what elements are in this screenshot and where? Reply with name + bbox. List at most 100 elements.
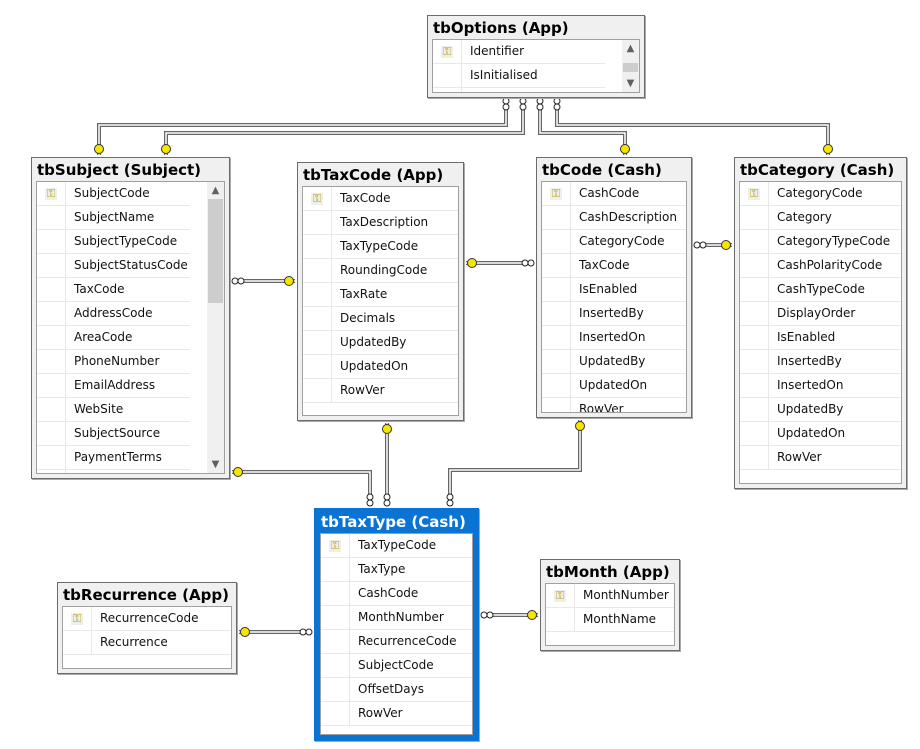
column-row[interactable]: ExpectedDays <box>37 470 190 473</box>
row-selector[interactable] <box>740 422 769 445</box>
row-selector[interactable]: ⚿ <box>542 182 571 205</box>
column-row[interactable]: EmailAddress <box>37 374 190 398</box>
scroll-down-icon[interactable]: ▼ <box>622 75 639 92</box>
table-title[interactable]: tbSubject (Subject) <box>32 158 229 181</box>
column-row[interactable]: IsEnabled <box>740 326 901 350</box>
relationship-line[interactable] <box>232 470 372 506</box>
column-row[interactable]: SubjectCode <box>321 654 472 678</box>
column-row[interactable]: ⚿ TaxTypeCode <box>321 534 472 558</box>
column-row[interactable]: SubjectStatusCode <box>37 254 190 278</box>
row-selector[interactable]: ⚿ <box>740 182 769 205</box>
row-selector[interactable] <box>542 206 571 229</box>
column-row[interactable]: OffsetDays <box>321 678 472 702</box>
row-selector[interactable]: ⚿ <box>37 182 66 205</box>
row-selector[interactable] <box>542 326 571 349</box>
column-row[interactable]: IsEnabled <box>542 278 686 302</box>
row-selector[interactable] <box>542 230 571 253</box>
scroll-up-icon[interactable]: ▲ <box>622 40 639 57</box>
column-row[interactable]: InsertedOn <box>542 326 686 350</box>
row-selector[interactable]: ⚿ <box>321 534 350 557</box>
column-row[interactable]: RowVer <box>303 379 458 403</box>
column-row[interactable]: WebSite <box>37 398 190 422</box>
row-selector[interactable] <box>37 254 66 277</box>
column-row[interactable]: CashTypeCode <box>740 278 901 302</box>
row-selector[interactable] <box>542 254 571 277</box>
row-selector[interactable] <box>303 235 332 258</box>
column-row[interactable]: CategoryCode <box>542 230 686 254</box>
table-title[interactable]: tbTaxCode (App) <box>298 163 463 186</box>
row-selector[interactable] <box>321 606 350 629</box>
table-tbCategory[interactable]: tbCategory (Cash) ⚿ CategoryCode Category Ca… <box>734 157 907 489</box>
column-row[interactable]: SubjectCode <box>433 88 605 92</box>
column-row[interactable]: SubjectTypeCode <box>37 230 190 254</box>
column-row[interactable]: TaxDescription <box>303 211 458 235</box>
row-selector[interactable] <box>740 398 769 421</box>
row-selector[interactable] <box>433 88 462 92</box>
column-row[interactable]: TaxCode <box>542 254 686 278</box>
column-row[interactable]: InsertedBy <box>740 350 901 374</box>
row-selector[interactable] <box>303 379 332 402</box>
table-tbSubject[interactable]: tbSubject (Subject) ⚿ SubjectCode SubjectNa… <box>31 157 230 479</box>
column-row[interactable]: PaymentTerms <box>37 446 190 470</box>
row-selector[interactable] <box>542 398 571 412</box>
relationship-line[interactable] <box>555 98 830 155</box>
column-row[interactable]: ⚿ Identifier <box>433 40 605 64</box>
row-selector[interactable] <box>542 350 571 373</box>
column-row[interactable]: SubjectSource <box>37 422 190 446</box>
row-selector[interactable]: ⚿ <box>303 187 332 210</box>
column-row[interactable]: UpdatedOn <box>542 374 686 398</box>
row-selector[interactable] <box>321 654 350 677</box>
row-selector[interactable]: ⚿ <box>546 584 575 607</box>
column-row[interactable]: TaxRate <box>303 283 458 307</box>
row-selector[interactable] <box>740 230 769 253</box>
relationship-line[interactable] <box>97 98 508 155</box>
relationship-line[interactable] <box>448 420 582 506</box>
row-selector[interactable] <box>303 355 332 378</box>
row-selector[interactable] <box>740 302 769 325</box>
row-selector[interactable] <box>542 302 571 325</box>
column-row[interactable]: AreaCode <box>37 326 190 350</box>
row-selector[interactable] <box>37 446 66 469</box>
column-row[interactable]: InsertedBy <box>542 302 686 326</box>
table-tbMonth[interactable]: tbMonth (App) ⚿ MonthNumber MonthName <box>540 559 680 651</box>
column-row[interactable]: UpdatedOn <box>740 422 901 446</box>
table-tbCode[interactable]: tbCode (Cash) ⚿ CashCode CashDescription Cat… <box>536 157 692 418</box>
table-tbTaxType[interactable]: tbTaxType (Cash) ⚿ TaxTypeCode TaxType CashC… <box>314 508 479 741</box>
column-row[interactable]: UpdatedBy <box>303 331 458 355</box>
column-row[interactable]: CategoryTypeCode <box>740 230 901 254</box>
column-row[interactable]: RowVer <box>542 398 686 412</box>
row-selector[interactable] <box>542 374 571 397</box>
row-selector[interactable] <box>740 374 769 397</box>
row-selector[interactable] <box>433 64 462 87</box>
scroll-up-icon[interactable]: ▲ <box>207 182 224 199</box>
column-row[interactable]: RoundingCode <box>303 259 458 283</box>
column-row[interactable]: CashPolarityCode <box>740 254 901 278</box>
row-selector[interactable] <box>542 278 571 301</box>
column-row[interactable]: ⚿ SubjectCode <box>37 182 190 206</box>
row-selector[interactable] <box>303 331 332 354</box>
row-selector[interactable] <box>37 422 66 445</box>
column-row[interactable]: TaxType <box>321 558 472 582</box>
column-row[interactable]: ⚿ TaxCode <box>303 187 458 211</box>
table-title[interactable]: tbCode (Cash) <box>537 158 691 181</box>
column-row[interactable]: ⚿ RecurrenceCode <box>63 607 231 631</box>
column-row[interactable]: IsInitialised <box>433 64 605 88</box>
column-row[interactable]: Category <box>740 206 901 230</box>
row-selector[interactable] <box>740 278 769 301</box>
row-selector[interactable] <box>37 302 66 325</box>
table-title[interactable]: tbTaxType (Cash) <box>316 510 477 533</box>
table-tbOptions[interactable]: tbOptions (App) ⚿ Identifier IsInitialised S… <box>427 15 645 98</box>
row-selector[interactable] <box>740 206 769 229</box>
table-tbRecurrence[interactable]: tbRecurrence (App) ⚿ RecurrenceCode Recurre… <box>57 582 237 674</box>
column-row[interactable]: ⚿ MonthNumber <box>546 584 674 608</box>
row-selector[interactable] <box>321 582 350 605</box>
column-row[interactable]: MonthNumber <box>321 606 472 630</box>
row-selector[interactable] <box>303 283 332 306</box>
column-row[interactable]: InsertedOn <box>740 374 901 398</box>
table-title[interactable]: tbCategory (Cash) <box>735 158 906 181</box>
column-row[interactable]: UpdatedBy <box>740 398 901 422</box>
relationship-line[interactable] <box>449 420 581 506</box>
row-selector[interactable] <box>37 374 66 397</box>
row-selector[interactable] <box>546 608 575 631</box>
vertical-scrollbar[interactable]: ▲ ▼ <box>207 182 224 473</box>
